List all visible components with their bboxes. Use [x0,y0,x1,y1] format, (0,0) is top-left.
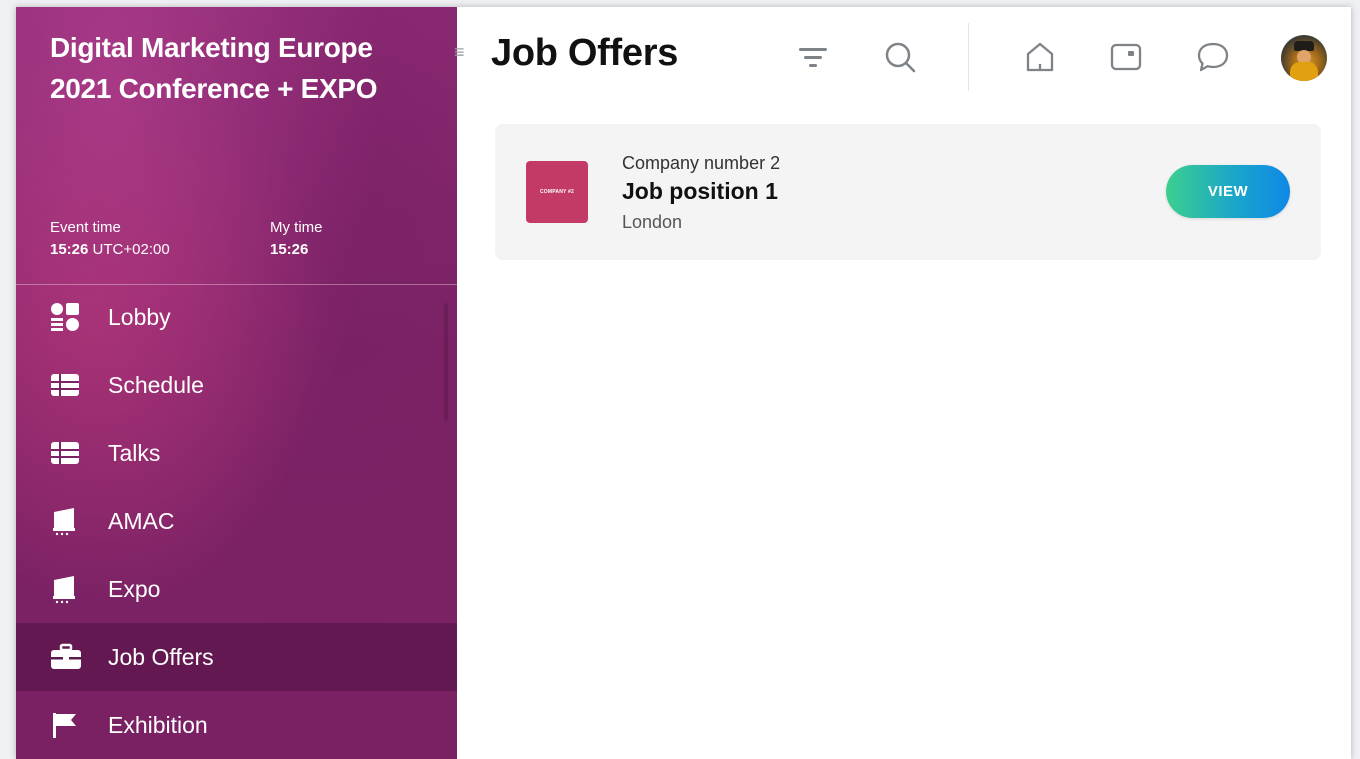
sidebar-item-label: Exhibition [108,711,208,738]
sidebar-item-label: Lobby [108,303,171,330]
job-offer-card[interactable]: COMPANY #2 Company number 2 Job position… [495,124,1321,260]
sidebar-item-label: Talks [108,439,161,466]
my-time-label: My time [270,219,323,236]
screen-frame: Digital Marketing Europe 2021 Conference… [0,0,1360,759]
home-icon[interactable] [1018,35,1062,79]
avatar-body [1290,62,1318,81]
sidebar-item-job-offers[interactable]: Job Offers [16,623,457,691]
app-window: Digital Marketing Europe 2021 Conference… [16,7,1351,759]
sidebar-item-amac[interactable]: AMAC [16,487,457,555]
sidebar-item-label: AMAC [108,507,175,534]
sidebar-item-exhibition[interactable]: Exhibition [16,691,457,759]
event-time-zone: UTC+02:00 [88,241,170,258]
job-title: Job position 1 [622,178,778,204]
page-title: Job Offers [491,32,679,74]
event-time-value-wrap: 15:26 UTC+02:00 [50,239,170,261]
briefcase-icon [50,641,82,673]
event-time-value: 15:26 [50,241,89,258]
sidebar-item-talks[interactable]: Talks [16,419,457,487]
my-time-value: 15:26 [270,241,309,258]
my-time: My time 15:26 [270,217,323,261]
sidebar-item-schedule[interactable]: Schedule [16,351,457,419]
stage-icon [50,505,82,537]
my-time-value-wrap: 15:26 [270,239,323,261]
event-title: Digital Marketing Europe 2021 Conference… [50,32,378,104]
sidebar-item-lobby[interactable]: Lobby [16,283,457,351]
sidebar-nav: Lobby Schedule Talks AMAC Expo Job Offer… [16,283,457,759]
sidebar-item-label: Schedule [108,371,204,398]
search-icon[interactable] [878,35,922,79]
sidebar-item-label: Job Offers [108,643,214,670]
list-icon [50,369,82,401]
event-time-label: Event time [50,219,121,236]
sidebar: Digital Marketing Europe 2021 Conference… [16,7,457,759]
lobby-icon [50,301,82,333]
list-icon [50,437,82,469]
company-name: Company number 2 [622,153,781,173]
view-button[interactable]: VIEW [1166,165,1290,218]
sidebar-item-expo[interactable]: Expo [16,555,457,623]
chat-icon[interactable] [1191,35,1235,79]
flag-icon [50,709,82,741]
avatar[interactable] [1281,35,1327,81]
company-logo: COMPANY #2 [526,161,588,223]
sidebar-item-label: Expo [108,575,161,602]
job-location: London [622,212,683,232]
menu-toggle-icon[interactable]: ≡ [454,43,468,61]
wallet-icon[interactable] [1104,35,1148,79]
stage-icon [50,573,82,605]
filter-icon[interactable] [791,35,835,79]
topbar-divider [968,23,969,91]
event-time: Event time 15:26 UTC+02:00 [50,217,170,261]
